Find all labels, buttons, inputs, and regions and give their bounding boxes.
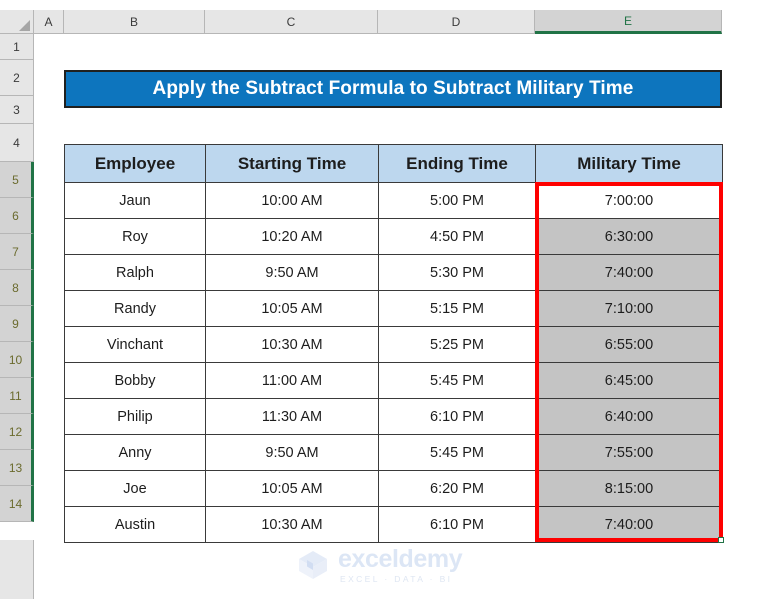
military-time-table: Employee Starting Time Ending Time Milit… — [64, 144, 723, 543]
column-header-a[interactable]: A — [34, 10, 64, 34]
cell-ending-time[interactable]: 6:20 PM — [378, 470, 536, 507]
table-header-row: Employee Starting Time Ending Time Milit… — [64, 144, 723, 183]
cell-employee[interactable]: Jaun — [64, 182, 206, 219]
select-all-triangle-icon — [19, 20, 30, 31]
cell-employee[interactable]: Bobby — [64, 362, 206, 399]
row-header-column: 1 2 3 4 5 6 7 8 9 10 11 12 13 14 — [0, 34, 34, 522]
row-header-6[interactable]: 6 — [0, 198, 34, 234]
table-row: Vinchant 10:30 AM 5:25 PM 6:55:00 — [64, 326, 723, 363]
table-row: Joe 10:05 AM 6:20 PM 8:15:00 — [64, 470, 723, 507]
table-row: Jaun 10:00 AM 5:00 PM 7:00:00 — [64, 182, 723, 219]
cell-employee[interactable]: Roy — [64, 218, 206, 255]
cell-employee[interactable]: Vinchant — [64, 326, 206, 363]
cell-military-time[interactable]: 7:55:00 — [535, 434, 723, 471]
row-header-1[interactable]: 1 — [0, 34, 34, 60]
cell-starting-time[interactable]: 10:30 AM — [205, 326, 379, 363]
cell-ending-time[interactable]: 5:30 PM — [378, 254, 536, 291]
sheet-canvas[interactable]: Apply the Subtract Formula to Subtract M… — [34, 34, 767, 599]
excel-spreadsheet-window: ABCDE 1 2 3 4 5 6 7 8 9 10 11 12 13 14 Apply the Subt… — [0, 0, 767, 599]
cell-ending-time[interactable]: 5:45 PM — [378, 434, 536, 471]
column-header-employee: Employee — [64, 144, 206, 183]
cell-military-time[interactable]: 6:30:00 — [535, 218, 723, 255]
cell-employee[interactable]: Ralph — [64, 254, 206, 291]
cell-ending-time[interactable]: 5:00 PM — [378, 182, 536, 219]
cell-ending-time[interactable]: 6:10 PM — [378, 398, 536, 435]
column-header-c[interactable]: C — [205, 10, 378, 34]
row-header-13[interactable]: 13 — [0, 450, 34, 486]
cell-employee[interactable]: Philip — [64, 398, 206, 435]
cell-starting-time[interactable]: 10:20 AM — [205, 218, 379, 255]
cell-employee[interactable]: Joe — [64, 470, 206, 507]
cell-employee[interactable]: Austin — [64, 506, 206, 543]
row-header-2[interactable]: 2 — [0, 60, 34, 96]
cell-military-time[interactable]: 7:10:00 — [535, 290, 723, 327]
column-header-military-time: Military Time — [535, 144, 723, 183]
row-header-8[interactable]: 8 — [0, 270, 34, 306]
column-header-row: ABCDE — [34, 10, 767, 34]
cell-starting-time[interactable]: 10:00 AM — [205, 182, 379, 219]
cell-starting-time[interactable]: 10:30 AM — [205, 506, 379, 543]
cell-starting-time[interactable]: 9:50 AM — [205, 254, 379, 291]
row-header-10[interactable]: 10 — [0, 342, 34, 378]
row-header-7[interactable]: 7 — [0, 234, 34, 270]
table-row: Austin 10:30 AM 6:10 PM 7:40:00 — [64, 506, 723, 543]
row-header-14[interactable]: 14 — [0, 486, 34, 522]
column-header-ending-time: Ending Time — [378, 144, 536, 183]
table-row: Bobby 11:00 AM 5:45 PM 6:45:00 — [64, 362, 723, 399]
banner-title-text: Apply the Subtract Formula to Subtract M… — [152, 78, 634, 99]
cell-military-time[interactable]: 7:40:00 — [535, 506, 723, 543]
watermark-brand-name: exceldemy — [338, 545, 463, 573]
cube-logo-icon — [299, 551, 327, 580]
column-header-e[interactable]: E — [535, 10, 722, 34]
cell-starting-time[interactable]: 10:05 AM — [205, 290, 379, 327]
watermark-tagline: EXCEL · DATA · BI — [340, 574, 453, 584]
row-header-5[interactable]: 5 — [0, 162, 34, 198]
exceldemy-watermark: exceldemy EXCEL · DATA · BI — [296, 547, 496, 584]
column-header-b[interactable]: B — [64, 10, 205, 34]
cell-starting-time[interactable]: 10:05 AM — [205, 470, 379, 507]
row-header-9[interactable]: 9 — [0, 306, 34, 342]
row-header-filler — [0, 540, 34, 599]
table-row: Roy 10:20 AM 4:50 PM 6:30:00 — [64, 218, 723, 255]
title-banner: Apply the Subtract Formula to Subtract M… — [64, 70, 722, 108]
column-header-d[interactable]: D — [378, 10, 535, 34]
table-row: Philip 11:30 AM 6:10 PM 6:40:00 — [64, 398, 723, 435]
cell-ending-time[interactable]: 4:50 PM — [378, 218, 536, 255]
fill-handle[interactable] — [718, 537, 724, 543]
cell-military-time[interactable]: 6:55:00 — [535, 326, 723, 363]
row-header-11[interactable]: 11 — [0, 378, 34, 414]
row-header-12[interactable]: 12 — [0, 414, 34, 450]
select-all-button[interactable] — [0, 10, 34, 34]
row-header-4[interactable]: 4 — [0, 124, 34, 162]
column-header-starting-time: Starting Time — [205, 144, 379, 183]
cell-ending-time[interactable]: 5:15 PM — [378, 290, 536, 327]
cell-starting-time[interactable]: 9:50 AM — [205, 434, 379, 471]
cell-employee[interactable]: Randy — [64, 290, 206, 327]
cell-military-time[interactable]: 6:40:00 — [535, 398, 723, 435]
cell-ending-time[interactable]: 6:10 PM — [378, 506, 536, 543]
cell-military-time[interactable]: 7:40:00 — [535, 254, 723, 291]
cell-ending-time[interactable]: 5:45 PM — [378, 362, 536, 399]
table-body: Jaun 10:00 AM 5:00 PM 7:00:00 Roy 10:20 AM 4:5… — [64, 182, 723, 543]
cell-military-time[interactable]: 8:15:00 — [535, 470, 723, 507]
table-row: Ralph 9:50 AM 5:30 PM 7:40:00 — [64, 254, 723, 291]
cell-military-time[interactable]: 7:00:00 — [535, 182, 723, 219]
table-row: Anny 9:50 AM 5:45 PM 7:55:00 — [64, 434, 723, 471]
cell-starting-time[interactable]: 11:00 AM — [205, 362, 379, 399]
cell-starting-time[interactable]: 11:30 AM — [205, 398, 379, 435]
table-row: Randy 10:05 AM 5:15 PM 7:10:00 — [64, 290, 723, 327]
row-header-3[interactable]: 3 — [0, 96, 34, 124]
cell-military-time[interactable]: 6:45:00 — [535, 362, 723, 399]
cell-employee[interactable]: Anny — [64, 434, 206, 471]
cell-ending-time[interactable]: 5:25 PM — [378, 326, 536, 363]
